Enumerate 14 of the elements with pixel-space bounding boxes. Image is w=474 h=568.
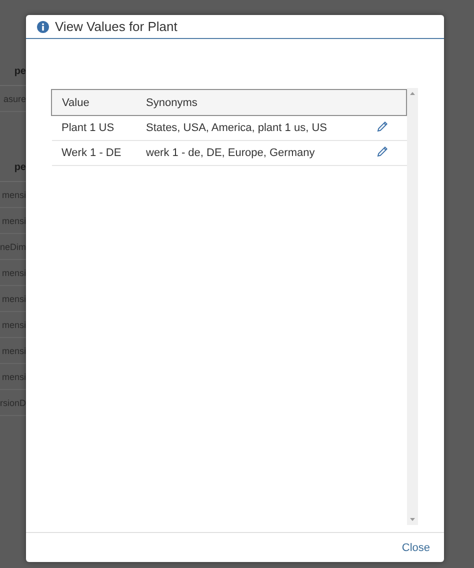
column-header: Synonyms xyxy=(136,90,376,116)
scroll-down-icon[interactable] xyxy=(410,518,415,521)
close-button[interactable]: Close xyxy=(402,540,430,556)
scrollbar[interactable] xyxy=(407,88,418,525)
table-cell: Plant 1 US xyxy=(52,116,136,140)
table-cell: States, USA, America, plant 1 us, US xyxy=(136,116,376,140)
table-cell: werk 1 - de, DE, Europe, Germany xyxy=(136,140,376,166)
pencil-icon[interactable] xyxy=(376,121,388,132)
column-header: Value xyxy=(52,90,136,116)
pencil-icon[interactable] xyxy=(376,146,388,157)
info-icon xyxy=(37,20,49,32)
dialog-title: View Values for Plant xyxy=(55,19,178,34)
scroll-up-icon[interactable] xyxy=(410,92,415,95)
table-cell: Werk 1 - DE xyxy=(52,140,136,166)
